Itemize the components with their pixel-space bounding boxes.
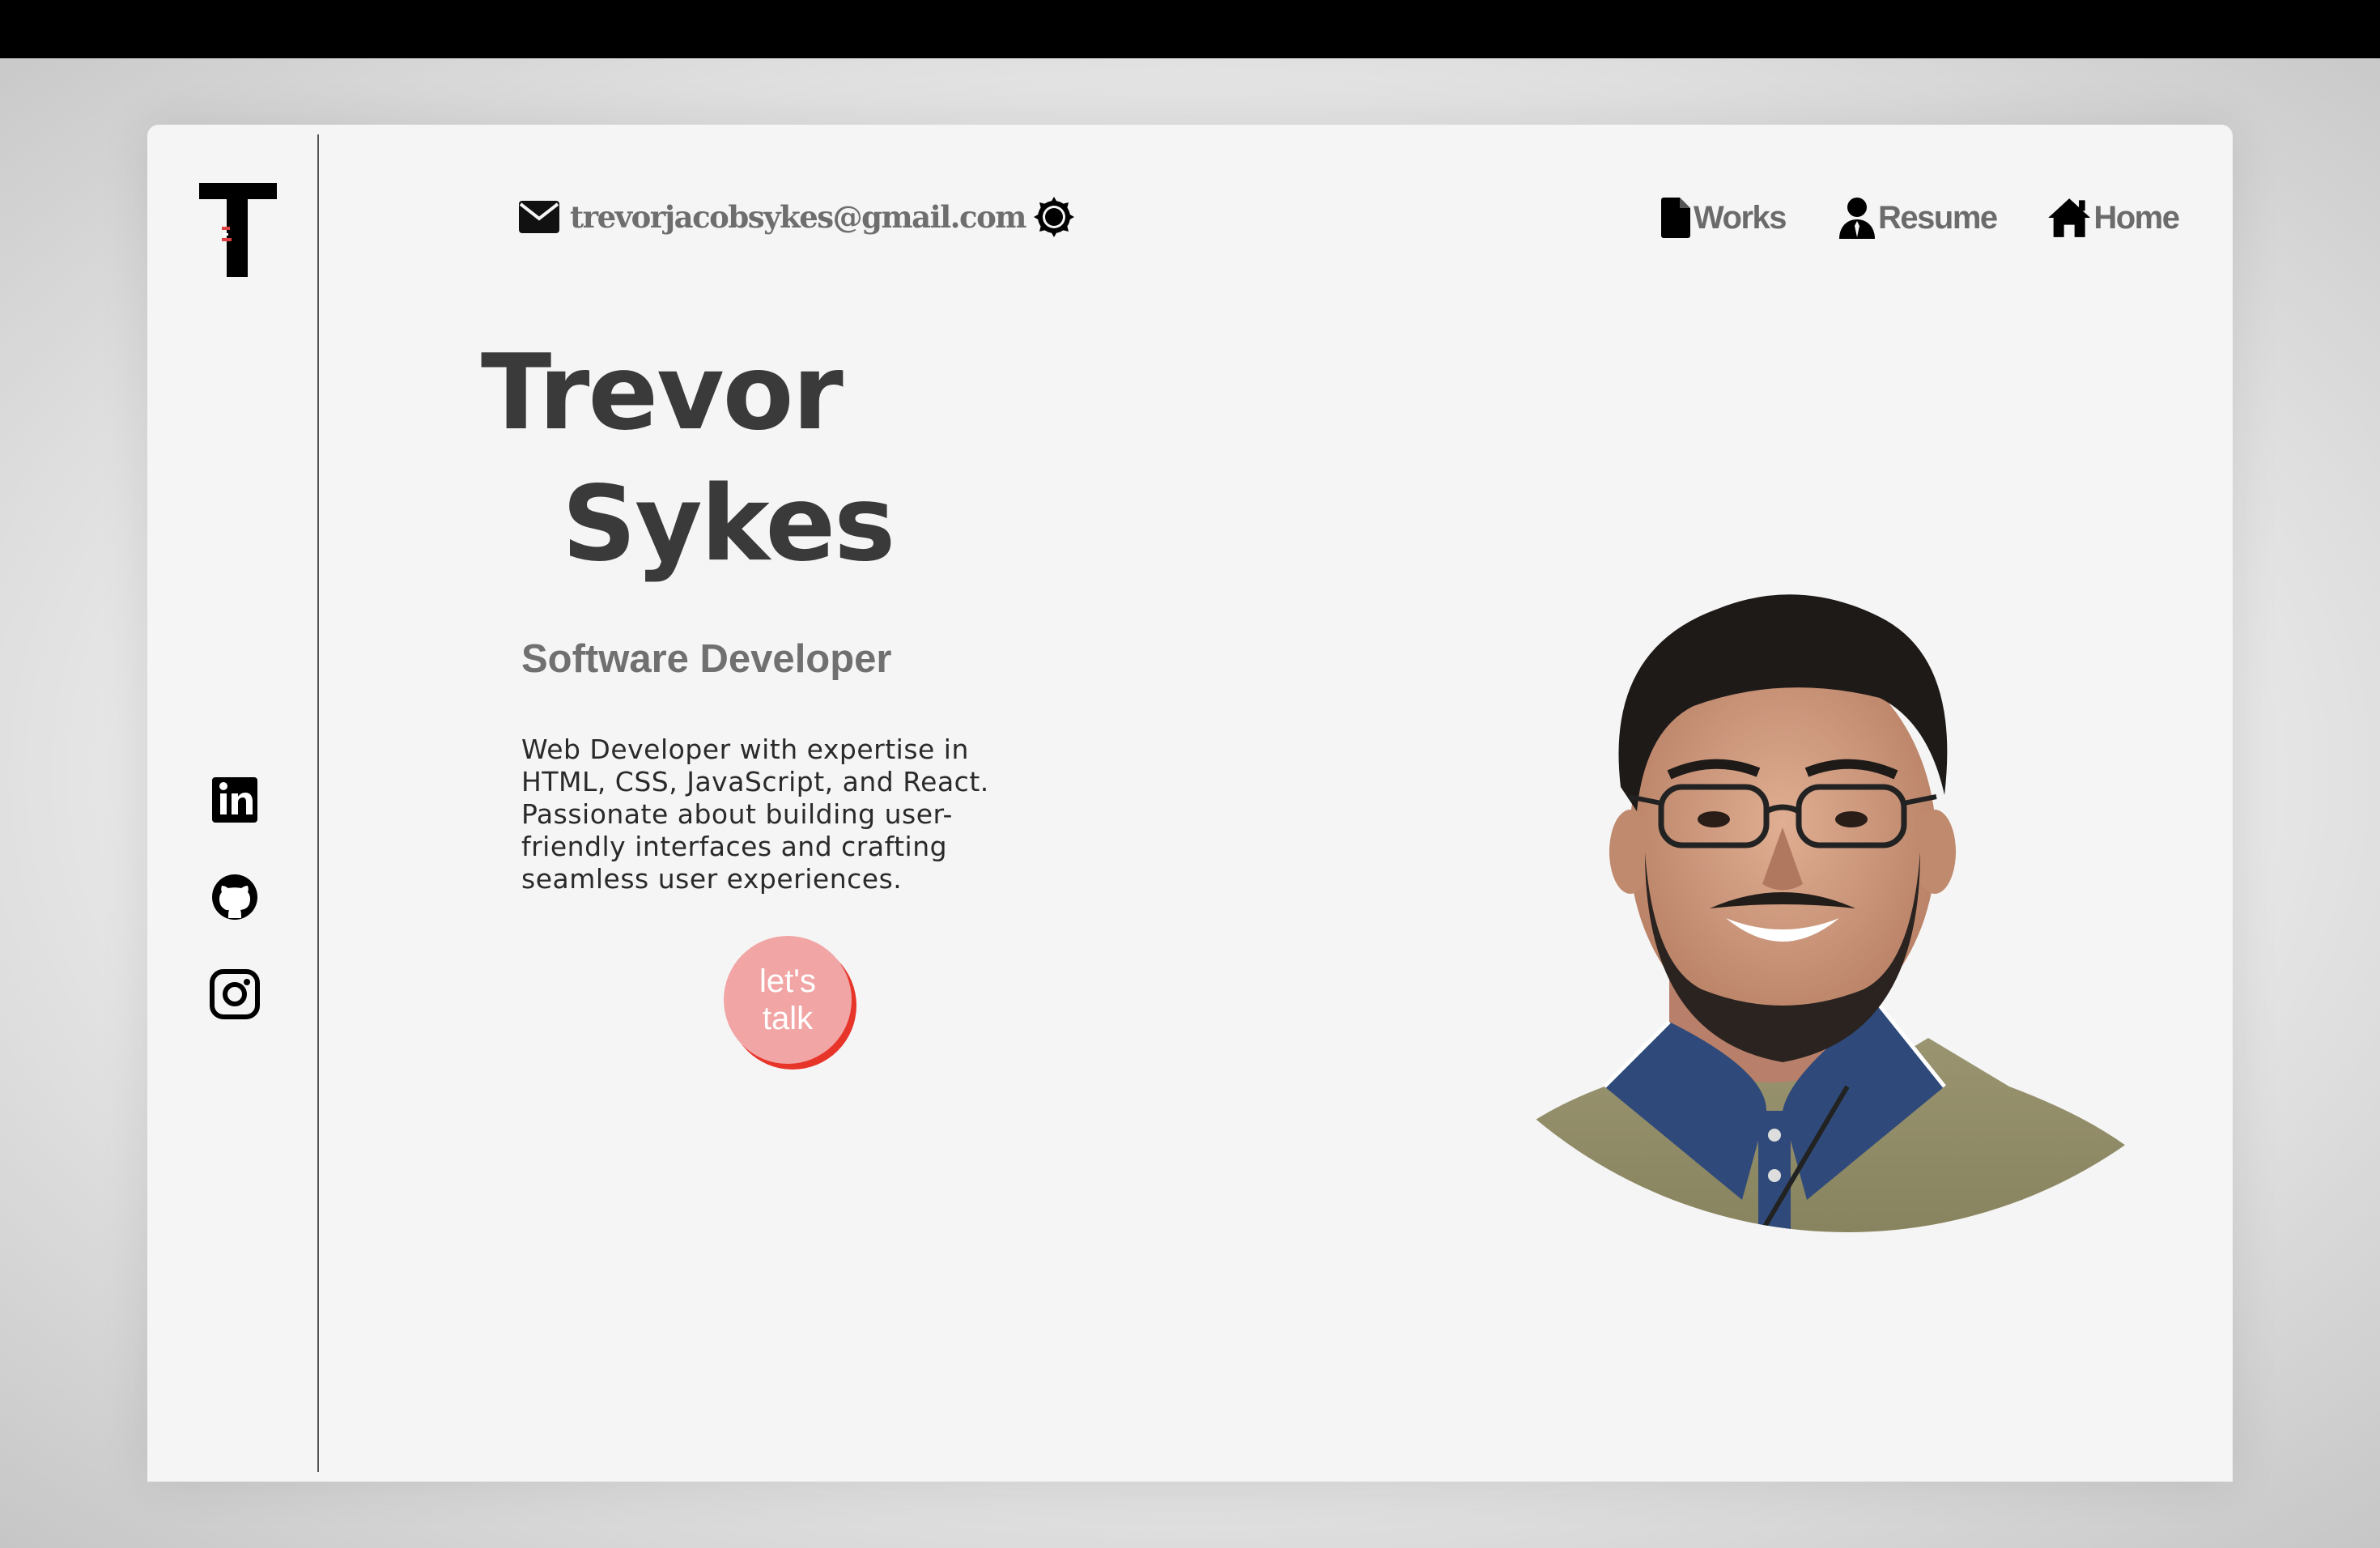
t-logo-icon[interactable] (199, 181, 277, 279)
browser-top-bar (0, 0, 2380, 58)
nav-home[interactable]: Home (2046, 189, 2180, 246)
theme-toggle-icon[interactable] (1028, 191, 1080, 243)
lets-talk-button[interactable]: let's talk (724, 936, 852, 1064)
user-icon (1838, 197, 1876, 239)
document-icon (1660, 197, 1692, 239)
envelope-icon (518, 199, 560, 235)
nav-works[interactable]: Works (1660, 189, 1787, 246)
nav-home-label: Home (2093, 199, 2180, 236)
email-text: trevorjacobsykes@gmail.com (570, 199, 1026, 235)
hero-first-name: Trevor (481, 333, 844, 453)
home-icon (2046, 197, 2092, 239)
nav-works-label: Works (1694, 199, 1787, 236)
hero-bio: Web Developer with expertise in HTML, CS… (521, 734, 989, 895)
email-link[interactable]: trevorjacobsykes@gmail.com (518, 191, 1026, 243)
nav-resume-label: Resume (1878, 199, 1998, 236)
nav-resume[interactable]: Resume (1838, 189, 1998, 246)
instagram-icon[interactable] (209, 968, 261, 1020)
github-icon[interactable] (209, 871, 261, 923)
profile-portrait (1426, 585, 2220, 1347)
sidebar-divider (317, 134, 319, 1472)
linkedin-icon[interactable] (209, 774, 261, 826)
hero-role: Software Developer (521, 637, 892, 681)
hero-last-name: Sykes (562, 464, 895, 585)
page-card: trevorjacobsykes@gmail.com Works Resume … (147, 125, 2233, 1482)
